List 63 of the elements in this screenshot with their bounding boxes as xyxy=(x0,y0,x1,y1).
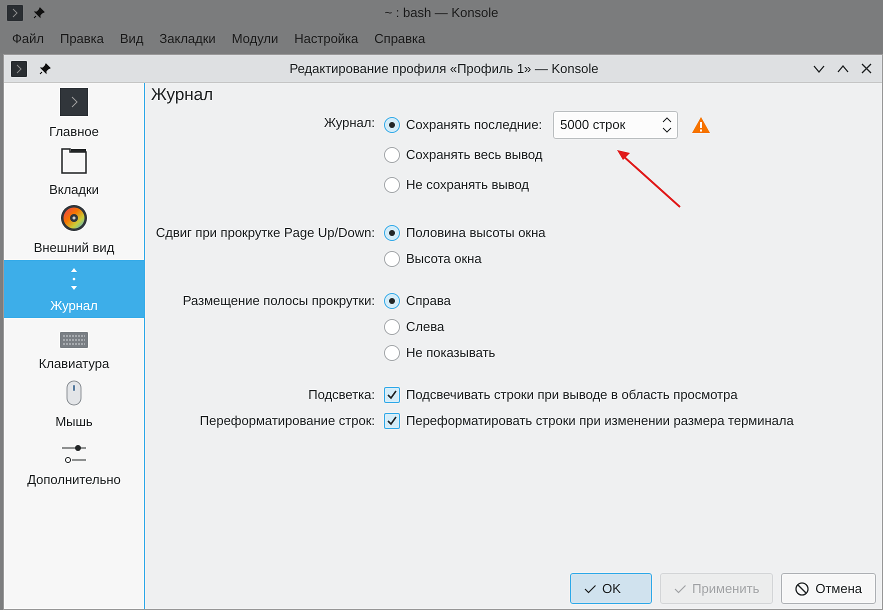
color-wheel-icon xyxy=(60,204,88,232)
option-label: Подсвечивать строки при выводе в область просмотра xyxy=(406,386,738,404)
menu-item[interactable]: Настройка xyxy=(286,29,366,49)
radio-button[interactable] xyxy=(384,345,400,361)
checkbox[interactable] xyxy=(384,413,400,429)
form-label: Переформатирование строк: xyxy=(200,412,375,430)
page-heading: Журнал xyxy=(151,84,214,106)
terminal-icon xyxy=(11,60,27,76)
check-icon xyxy=(386,415,398,427)
spin-arrows-icon[interactable] xyxy=(662,116,672,134)
sliders-icon xyxy=(62,444,86,464)
option-label: Сохранять весь вывод xyxy=(406,146,542,164)
radio-button[interactable] xyxy=(384,225,400,241)
menu-item[interactable]: Справка xyxy=(366,29,434,49)
radio-button[interactable] xyxy=(384,177,400,193)
sidebar-item[interactable]: Вкладки xyxy=(4,144,144,202)
check-icon xyxy=(386,389,398,401)
option-label: Справа xyxy=(406,292,451,310)
radio-button[interactable] xyxy=(384,117,400,133)
menu-item[interactable]: Модули xyxy=(224,29,286,49)
check-icon xyxy=(674,582,686,594)
menu-item[interactable]: Файл xyxy=(4,29,52,49)
form-label: Подсветка: xyxy=(308,386,375,404)
checkbox[interactable] xyxy=(384,387,400,403)
sidebar-item[interactable]: Мышь xyxy=(4,376,144,434)
form-label: Журнал: xyxy=(324,114,375,132)
check-icon xyxy=(584,582,596,594)
sidebar-item[interactable]: Внешний вид xyxy=(4,202,144,260)
radio-button[interactable] xyxy=(384,251,400,267)
option-label: Не сохранять вывод xyxy=(406,176,530,194)
spin-box[interactable]: 5000 строк xyxy=(553,111,678,139)
mouse-icon xyxy=(66,380,82,406)
pin-icon[interactable] xyxy=(39,62,51,74)
dialog-button[interactable]: OK xyxy=(570,573,652,604)
window-title: ~ : bash — Konsole xyxy=(384,4,500,22)
option-label: Слева xyxy=(406,318,444,336)
sidebar-item[interactable]: Клавиатура xyxy=(4,318,144,376)
menu-item[interactable]: Закладки xyxy=(151,29,224,49)
menu-item[interactable]: Вид xyxy=(112,29,152,49)
close-icon[interactable] xyxy=(861,63,872,74)
dialog-title: Редактирование профиля «Профиль 1» — Konsole xyxy=(288,60,600,78)
keyboard-icon xyxy=(60,332,88,348)
option-label: Сохранять последние: xyxy=(406,116,542,134)
sidebar-item[interactable]: Дополнительно xyxy=(4,434,144,492)
radio-button[interactable] xyxy=(384,293,400,309)
menu-item[interactable]: Правка xyxy=(52,29,112,49)
radio-button[interactable] xyxy=(384,319,400,335)
radio-button[interactable] xyxy=(384,147,400,163)
maximize-icon[interactable] xyxy=(837,64,849,72)
minimize-icon[interactable] xyxy=(813,64,825,72)
terminal-icon xyxy=(7,4,23,20)
dialog-button[interactable]: Отмена xyxy=(781,573,876,604)
cancel-icon xyxy=(795,582,810,596)
form-label: Размещение полосы прокрутки: xyxy=(182,292,375,310)
sidebar-item[interactable]: Главное xyxy=(4,86,144,144)
terminal-icon xyxy=(60,88,88,116)
scroll-arrows-icon xyxy=(70,268,78,290)
option-label: Половина высоты окна xyxy=(406,224,546,242)
form-label: Сдвиг при прокрутке Page Up/Down: xyxy=(156,224,375,242)
tab-icon xyxy=(61,148,87,174)
option-label: Высота окна xyxy=(406,250,482,268)
option-label: Переформатировать строки при изменении размера терминала xyxy=(406,412,794,430)
option-label: Не показывать xyxy=(406,344,496,362)
